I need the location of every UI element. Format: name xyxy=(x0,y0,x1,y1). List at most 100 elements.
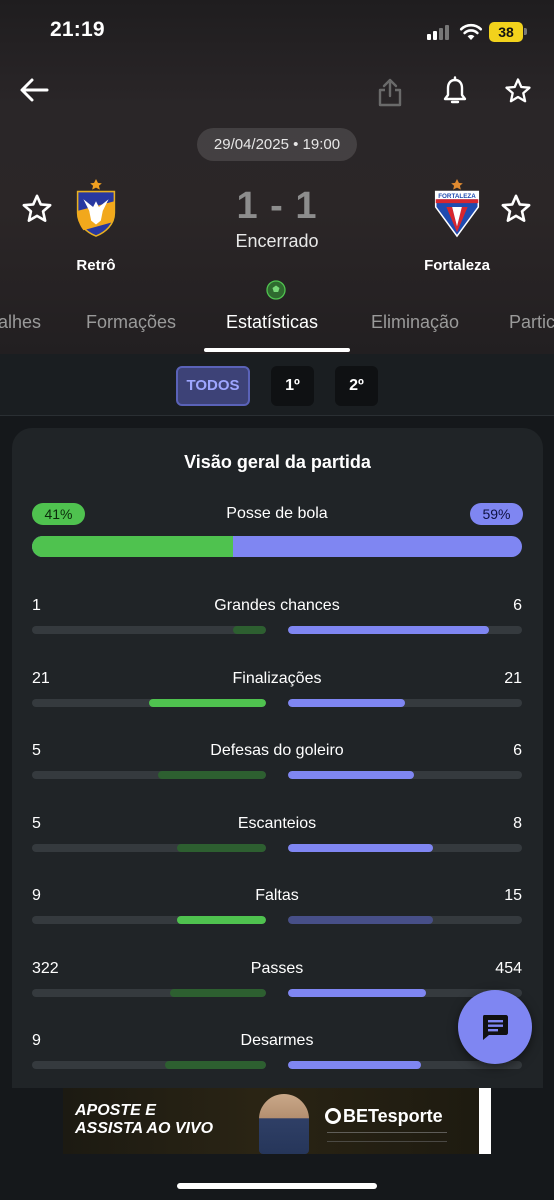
wifi-icon xyxy=(459,23,483,40)
status-bar: 21:19 38 xyxy=(0,14,554,48)
tab-detalhes[interactable]: alhes xyxy=(0,312,41,333)
arrow-left-icon xyxy=(20,78,49,102)
stat-label: Defesas do goleiro xyxy=(210,742,344,759)
stat-row: 1 Grandes chances 6 xyxy=(12,597,543,657)
stat-home-bar xyxy=(149,698,266,707)
tab-estatisticas[interactable]: Estatísticas xyxy=(226,312,318,333)
match-status: Encerrado xyxy=(235,231,319,251)
cellular-signal-icon xyxy=(427,24,453,40)
stat-home-bar xyxy=(177,916,266,924)
stat-home-track xyxy=(32,916,266,924)
stat-away-value: 21 xyxy=(504,669,522,687)
stat-row: 5 Defesas do goleiro 6 xyxy=(12,742,543,802)
battery-indicator: 38 xyxy=(489,22,523,42)
retro-crest-icon[interactable] xyxy=(71,178,121,238)
stat-label: Faltas xyxy=(255,887,299,904)
period-filter: TODOS 1º 2º xyxy=(0,354,554,416)
stat-home-value: 1 xyxy=(32,597,41,614)
ad-side-strip xyxy=(479,1088,491,1154)
stat-home-value: 322 xyxy=(32,959,59,977)
stat-away-track xyxy=(288,771,522,779)
stat-home-value: 5 xyxy=(32,814,41,832)
home-indicator xyxy=(177,1183,377,1189)
ad-area: APOSTE E ASSISTA AO VIVO BETesporte xyxy=(0,1088,554,1200)
stat-row: 9 Faltas 15 xyxy=(12,887,543,947)
stat-home-track xyxy=(32,843,266,852)
stat-away-track xyxy=(288,916,522,924)
stat-away-bar xyxy=(288,916,433,924)
stat-home-bar xyxy=(165,1061,266,1069)
tab-eliminacao[interactable]: Eliminação xyxy=(371,312,459,333)
stat-away-value: 8 xyxy=(513,814,522,832)
stat-away-value: 454 xyxy=(495,959,522,977)
period-second-half-button[interactable]: 2º xyxy=(335,366,378,406)
stat-home-bar xyxy=(170,988,266,997)
favorite-home-team-icon[interactable] xyxy=(21,193,53,225)
chat-button[interactable] xyxy=(458,990,532,1064)
stat-away-track xyxy=(288,626,522,634)
tab-partidas[interactable]: Partic xyxy=(509,312,554,333)
ad-brand-text: BETesporte xyxy=(343,1106,443,1126)
stat-away-bar xyxy=(288,843,433,852)
stat-home-track xyxy=(32,698,266,707)
stat-home-track xyxy=(32,626,266,634)
stat-away-value: 6 xyxy=(513,597,522,614)
stat-home-bar xyxy=(233,626,266,634)
share-icon xyxy=(378,78,402,107)
tab-formacoes[interactable]: Formações xyxy=(86,312,176,333)
match-tabs: alhes Formações Estatísticas Eliminação … xyxy=(0,306,554,354)
stat-home-value: 9 xyxy=(32,887,41,904)
ad-brand-logo-icon xyxy=(325,1108,341,1124)
stat-away-bar xyxy=(288,698,405,707)
stat-away-bar xyxy=(288,988,426,997)
home-possession-fill xyxy=(32,536,233,557)
ad-headline: APOSTE E ASSISTA AO VIVO xyxy=(75,1102,213,1138)
ad-fine-print xyxy=(327,1132,447,1142)
battery-tip xyxy=(524,28,527,35)
ad-headline-line1: APOSTE E xyxy=(75,1102,156,1119)
away-possession-badge: 59% xyxy=(470,503,523,525)
bell-icon xyxy=(443,76,467,104)
match-date: 29/04/2025 • 19:00 xyxy=(197,128,357,161)
possession-bar xyxy=(32,536,522,557)
soccer-ball-icon xyxy=(266,280,286,300)
match-header: 21:19 38 29/04/2025 • 19:00 Retrô 1 - 1 … xyxy=(0,0,554,354)
favorite-away-team-icon[interactable] xyxy=(500,193,532,225)
period-all-button[interactable]: TODOS xyxy=(176,366,250,406)
away-team-name[interactable]: Fortaleza xyxy=(407,257,507,274)
ad-person-image xyxy=(259,1094,309,1154)
stat-home-value: 21 xyxy=(32,669,50,687)
active-tab-indicator xyxy=(204,348,350,352)
back-button[interactable] xyxy=(14,70,54,110)
stat-label: Escanteios xyxy=(237,814,317,832)
ad-banner[interactable]: APOSTE E ASSISTA AO VIVO BETesporte xyxy=(63,1088,491,1154)
notification-button[interactable] xyxy=(435,71,475,111)
match-score: 1 - 1 xyxy=(236,185,318,227)
stat-home-track xyxy=(32,771,266,779)
period-first-half-button[interactable]: 1º xyxy=(271,366,314,406)
stat-away-bar xyxy=(288,771,414,779)
ad-headline-line2: ASSISTA AO VIVO xyxy=(75,1120,214,1137)
chat-icon xyxy=(483,1015,508,1040)
possession-label: Posse de bola xyxy=(226,505,328,522)
share-button[interactable] xyxy=(370,72,410,112)
status-time: 21:19 xyxy=(50,18,105,41)
stat-label: Grandes chances xyxy=(214,597,340,614)
stat-away-bar xyxy=(288,1061,421,1069)
stat-row: 21 Finalizações 21 xyxy=(12,670,543,730)
stat-home-value: 9 xyxy=(32,1032,41,1049)
stat-home-bar xyxy=(177,843,266,852)
stat-label: Passes xyxy=(250,959,304,977)
stat-home-value: 5 xyxy=(32,742,41,759)
stat-away-track xyxy=(288,698,522,707)
favorite-match-button[interactable] xyxy=(498,71,538,111)
home-team-name[interactable]: Retrô xyxy=(46,257,146,274)
home-possession-badge: 41% xyxy=(32,503,85,525)
stat-label: Finalizações xyxy=(232,669,322,687)
stat-home-track xyxy=(32,988,266,997)
fortaleza-crest-icon[interactable]: FORTALEZA xyxy=(432,178,482,238)
stat-away-value: 15 xyxy=(504,887,522,904)
overview-title: Visão geral da partida xyxy=(184,452,371,472)
stat-home-bar xyxy=(158,771,266,779)
stat-home-track xyxy=(32,1061,266,1069)
